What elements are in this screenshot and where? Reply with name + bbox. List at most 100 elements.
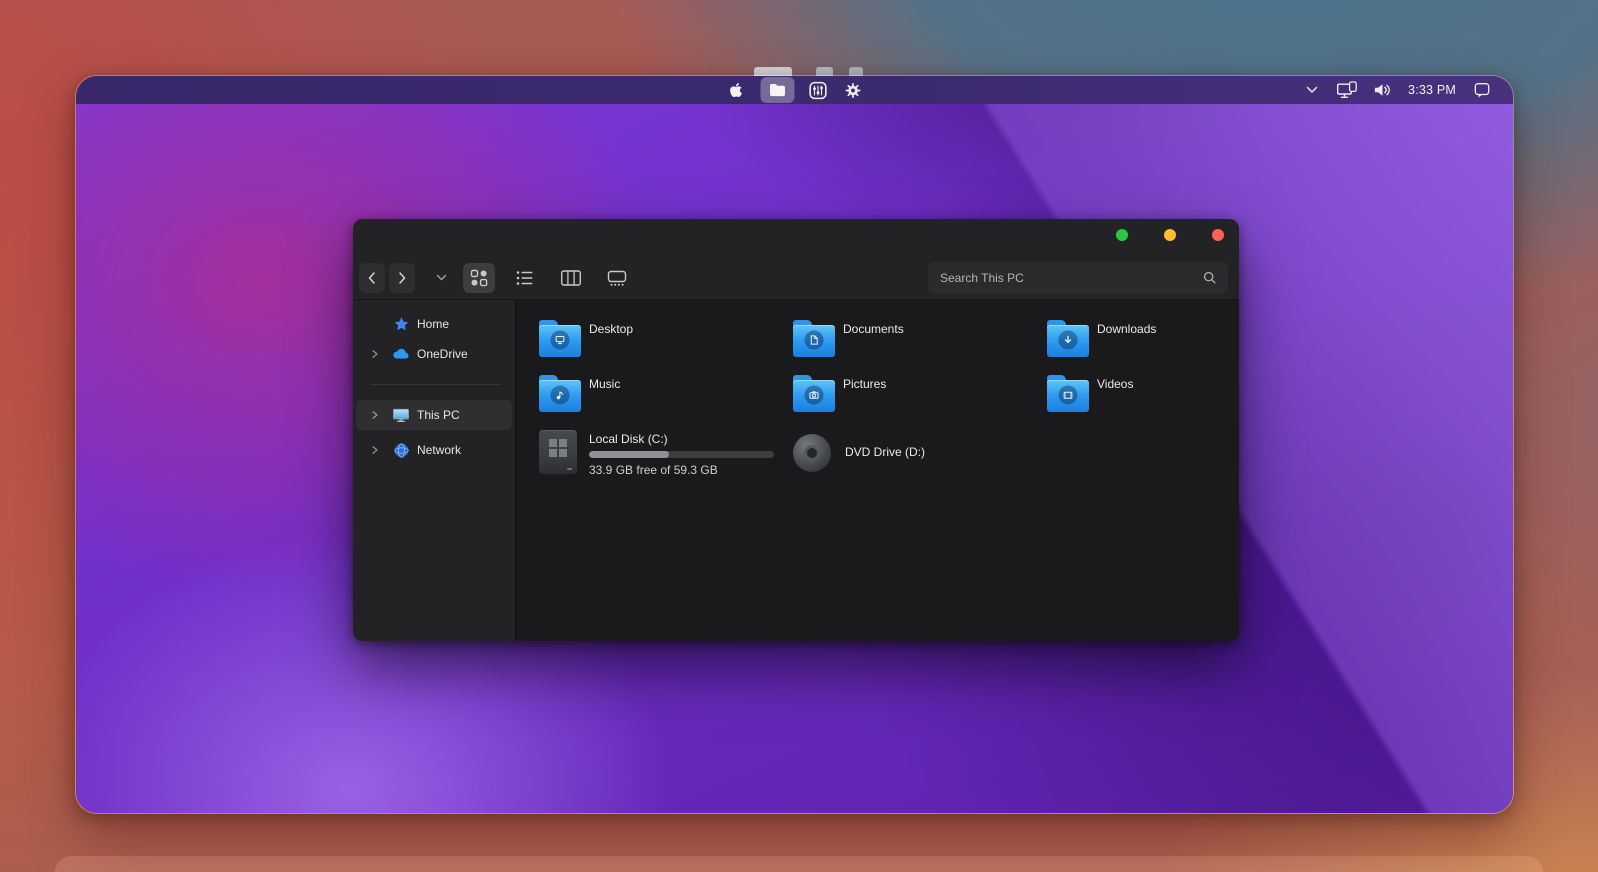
desktop-emblem-icon bbox=[551, 330, 570, 349]
gallery-view-icon bbox=[606, 269, 628, 287]
tile-label: Desktop bbox=[589, 322, 633, 357]
chat-bubble-icon bbox=[1473, 81, 1491, 99]
sidebar-divider bbox=[370, 384, 501, 385]
chevron-expand-icon[interactable] bbox=[370, 349, 382, 359]
apple-menu-button[interactable] bbox=[725, 77, 747, 103]
volume-button[interactable] bbox=[1371, 77, 1393, 103]
sidebar-item-onedrive[interactable]: OneDrive bbox=[353, 339, 515, 369]
view-grid-button[interactable] bbox=[463, 263, 495, 293]
disk-usage-bar bbox=[589, 451, 774, 458]
search-box bbox=[928, 262, 1228, 294]
window-controls bbox=[1116, 229, 1224, 241]
windows-logo-icon bbox=[549, 439, 567, 457]
screenshot-canvas: 3:33 PM bbox=[0, 0, 1598, 872]
network-display-button[interactable] bbox=[1336, 77, 1358, 103]
dvd-disc-icon bbox=[793, 434, 831, 472]
history-dropdown-button[interactable] bbox=[435, 274, 447, 282]
menu-bar-center-icons bbox=[725, 76, 864, 104]
menu-bar: 3:33 PM bbox=[76, 76, 1513, 104]
settings-button[interactable] bbox=[842, 77, 864, 103]
disk-usage-fill bbox=[589, 451, 669, 458]
sidebar-item-network[interactable]: Network bbox=[353, 435, 515, 465]
view-list-button[interactable] bbox=[509, 263, 541, 293]
tile-label: Pictures bbox=[843, 377, 886, 412]
search-input[interactable] bbox=[938, 270, 1202, 286]
tile-label: Downloads bbox=[1097, 322, 1156, 357]
home-star-icon bbox=[392, 316, 410, 333]
sidebar-item-label: Network bbox=[417, 443, 461, 457]
folder-icon bbox=[793, 319, 835, 357]
chevron-expand-icon[interactable] bbox=[370, 410, 382, 420]
toolbar bbox=[359, 263, 1228, 293]
sidebar-item-home[interactable]: Home bbox=[353, 309, 515, 339]
sidebar-item-label: OneDrive bbox=[417, 347, 468, 361]
folder-desktop[interactable]: Desktop bbox=[539, 319, 779, 357]
chevron-down-icon bbox=[1306, 86, 1318, 94]
clock[interactable]: 3:33 PM bbox=[1406, 77, 1458, 103]
folder-icon bbox=[539, 374, 581, 412]
window-header bbox=[353, 219, 1239, 300]
window-body: Home OneDrive bbox=[353, 300, 1239, 641]
minimize-button[interactable] bbox=[1164, 229, 1176, 241]
notifications-button[interactable] bbox=[1471, 77, 1493, 103]
document-emblem-icon bbox=[805, 330, 824, 349]
caret-down-icon bbox=[436, 274, 447, 282]
folder-downloads[interactable]: Downloads bbox=[1047, 319, 1239, 357]
tile-label: Videos bbox=[1097, 377, 1133, 412]
grid-view-icon bbox=[469, 268, 489, 288]
folder-icon bbox=[768, 82, 786, 98]
tile-label: Music bbox=[589, 377, 620, 412]
desktop-frame: 3:33 PM bbox=[75, 75, 1514, 814]
sidebar: Home OneDrive bbox=[353, 300, 516, 641]
onedrive-cloud-icon bbox=[392, 347, 410, 361]
volume-icon bbox=[1373, 82, 1392, 98]
gear-icon bbox=[844, 81, 863, 100]
hard-drive-icon bbox=[539, 430, 577, 474]
apple-logo-icon bbox=[730, 82, 743, 98]
sidebar-item-label: This PC bbox=[417, 408, 460, 422]
control-center-icon bbox=[808, 80, 829, 101]
folder-icon bbox=[539, 319, 581, 357]
folder-music[interactable]: Music bbox=[539, 374, 779, 412]
drive-label: Local Disk (C:) bbox=[589, 432, 774, 447]
network-display-icon bbox=[1336, 81, 1358, 100]
folder-icon bbox=[1047, 319, 1089, 357]
close-button[interactable] bbox=[1212, 229, 1224, 241]
forward-button[interactable] bbox=[389, 263, 415, 293]
file-explorer-window: Home OneDrive bbox=[353, 219, 1239, 641]
folder-icon bbox=[793, 374, 835, 412]
drive-label: DVD Drive (D:) bbox=[845, 445, 925, 459]
search-icon bbox=[1202, 270, 1218, 286]
zoom-button[interactable] bbox=[1116, 229, 1128, 241]
chevron-left-icon bbox=[366, 271, 378, 285]
folder-videos[interactable]: Videos bbox=[1047, 374, 1239, 412]
tile-label: Documents bbox=[843, 322, 904, 357]
sidebar-item-thispc[interactable]: This PC bbox=[356, 400, 512, 430]
music-note-emblem-icon bbox=[551, 385, 570, 404]
this-pc-monitor-icon bbox=[392, 407, 410, 423]
drive-free-space: 33.9 GB free of 59.3 GB bbox=[589, 463, 774, 477]
tray-expand-button[interactable] bbox=[1301, 77, 1323, 103]
folder-icon bbox=[1047, 374, 1089, 412]
list-view-icon bbox=[515, 268, 535, 288]
file-explorer-menubar-button[interactable] bbox=[760, 77, 794, 103]
background-reflection bbox=[55, 856, 1543, 872]
drive-dvd[interactable]: DVD Drive (D:) bbox=[793, 430, 1033, 474]
view-columns-button[interactable] bbox=[555, 263, 587, 293]
view-gallery-button[interactable] bbox=[601, 263, 633, 293]
sidebar-item-label: Home bbox=[417, 317, 449, 331]
content-area: Desktop Documents bbox=[516, 300, 1239, 641]
network-globe-icon bbox=[392, 442, 410, 459]
drive-local-disk[interactable]: Local Disk (C:) 33.9 GB free of 59.3 GB bbox=[539, 430, 789, 477]
film-emblem-icon bbox=[1059, 385, 1078, 404]
folder-documents[interactable]: Documents bbox=[793, 319, 1033, 357]
download-arrow-emblem-icon bbox=[1059, 330, 1078, 349]
chevron-expand-icon[interactable] bbox=[370, 445, 382, 455]
control-center-button[interactable] bbox=[807, 77, 829, 103]
columns-view-icon bbox=[560, 269, 582, 287]
chevron-right-icon bbox=[396, 271, 408, 285]
back-button[interactable] bbox=[359, 263, 385, 293]
camera-emblem-icon bbox=[805, 385, 824, 404]
system-tray: 3:33 PM bbox=[1301, 76, 1493, 104]
folder-pictures[interactable]: Pictures bbox=[793, 374, 1033, 412]
